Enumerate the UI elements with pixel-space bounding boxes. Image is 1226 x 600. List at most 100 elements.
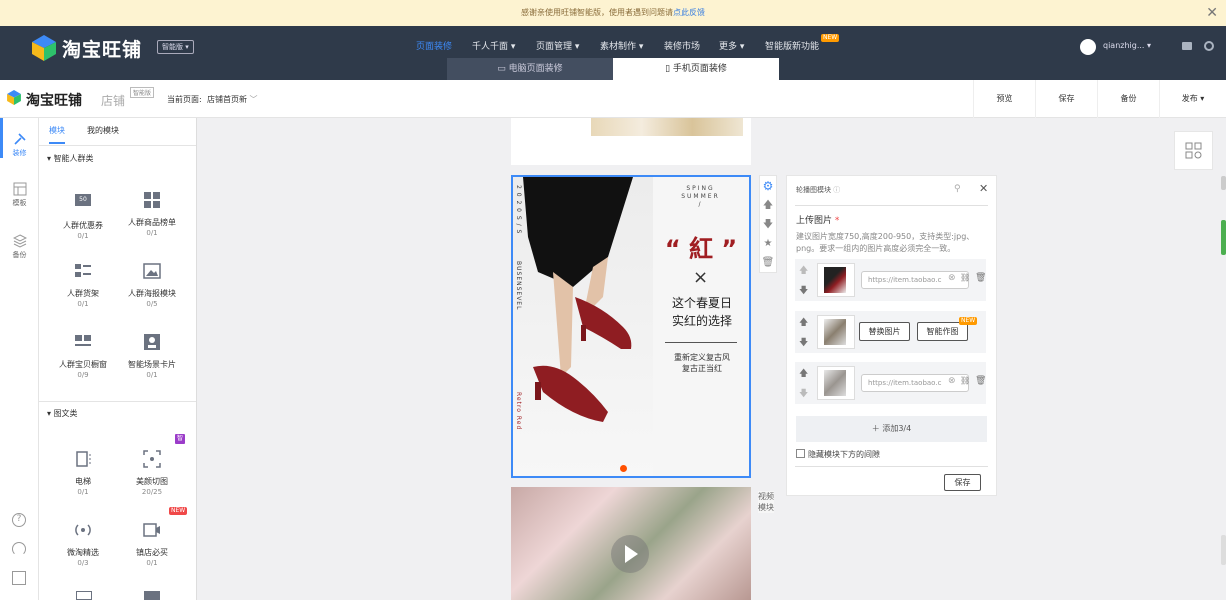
clear-icon[interactable]: ⊗ — [948, 376, 956, 386]
new-badge: NEW — [169, 507, 188, 515]
arrow-up-icon[interactable]: 🡅 — [761, 199, 775, 213]
trash-icon[interactable]: 🗑 — [975, 376, 986, 386]
arrow-down-icon[interactable]: 🡇 — [761, 218, 775, 232]
thumbnail[interactable] — [817, 315, 855, 349]
smart-badge: 智 — [175, 434, 185, 444]
module-scene-card[interactable]: 智能场景卡片 0/1 — [117, 333, 187, 379]
move-down-icon[interactable]: 🡇 — [799, 283, 808, 299]
replace-image-button[interactable]: 替换图片 — [859, 322, 910, 341]
rail-decorate[interactable]: 装修 — [0, 132, 39, 158]
thumbnail[interactable] — [817, 263, 855, 297]
top-navigation: 淘宝旺铺 智能版 ▾ 页面装修 千人千面 ▾ 页面管理 ▾ 素材制作 ▾ 装修市… — [0, 26, 1226, 80]
star-icon[interactable]: ★ — [761, 237, 775, 251]
rail-template[interactable]: 模板 — [0, 182, 39, 208]
previous-module[interactable] — [511, 118, 751, 165]
message-icon[interactable] — [1182, 42, 1192, 50]
image-icon — [143, 263, 161, 279]
publish-button[interactable]: 发布 ▾ — [1159, 80, 1226, 118]
user-name: qianzhig... — [1103, 41, 1145, 50]
preview-button[interactable]: 预览 — [973, 80, 1035, 118]
category-smart-crowd[interactable]: ▾ 智能人群类 — [39, 149, 196, 169]
banner-sub1: 重新定义复古风 — [674, 353, 730, 362]
help-icon[interactable]: ? — [12, 513, 26, 527]
banner-sub2: 复古正当红 — [682, 364, 722, 373]
hide-gap-checkbox[interactable] — [796, 449, 805, 458]
module-crowd-coupon[interactable]: 50 人群优惠券 0/1 — [48, 191, 118, 240]
panel-title-text: 轮播图模块 — [796, 186, 831, 194]
move-down-icon[interactable]: 🡇 — [799, 335, 808, 351]
feedback-link[interactable]: 点此反馈 — [673, 8, 705, 17]
category-image-text[interactable]: ▾ 图文类 — [39, 404, 196, 424]
module-crowd-poster[interactable]: 人群海报模块 0/5 — [117, 262, 187, 308]
module-crowd-ranking[interactable]: 人群商品榜单 0/1 — [117, 191, 187, 237]
upload-label: 上传图片 * — [796, 216, 840, 226]
current-page-select[interactable]: 店铺首页新 ﹀ — [207, 94, 258, 105]
move-up-icon[interactable]: 🡅 — [799, 366, 808, 382]
module-count: 0/3 — [77, 559, 89, 567]
close-icon[interactable]: ✕ — [979, 182, 988, 195]
link-icon[interactable]: ⛓ — [960, 376, 970, 385]
card-icon — [144, 334, 160, 350]
video-module[interactable] — [511, 487, 751, 600]
support-icon[interactable] — [12, 542, 26, 556]
add-image-button[interactable]: ＋ 添加3/4 — [796, 416, 987, 442]
nav-market[interactable]: 装修市场 — [664, 40, 700, 54]
tab-modules[interactable]: 模块 — [49, 118, 65, 144]
upload-row-2: 🡅 🡇 替换图片 智能作图 NEW — [795, 311, 986, 353]
category-smart-crowd-label: 智能人群类 — [53, 154, 94, 163]
module-crowd-shelf[interactable]: 人群货架 0/1 — [48, 262, 118, 308]
backup-button[interactable]: 备份 — [1097, 80, 1159, 118]
module-count: 20/25 — [141, 488, 163, 496]
link-icon[interactable]: ⛓ — [960, 273, 970, 282]
move-up-icon[interactable]: 🡅 — [799, 315, 808, 331]
module-weitao[interactable]: 微淘精选 0/3 — [48, 521, 118, 567]
module-beauty-crop[interactable]: 美颜切图 20/25 — [117, 450, 187, 496]
edit-icon[interactable] — [12, 571, 26, 585]
carousel-module-selected[interactable]: 2 0 2 0 S / S BUSENSEVEL Retro Red SPING… — [511, 175, 751, 478]
close-icon[interactable]: ✕ — [1206, 0, 1218, 26]
play-button[interactable] — [611, 535, 649, 573]
carousel-dot[interactable] — [620, 465, 627, 472]
layout-switch-button[interactable] — [1174, 131, 1213, 170]
avatar[interactable] — [1080, 39, 1096, 55]
panel-save-button[interactable]: 保存 — [944, 474, 981, 491]
module-elevator[interactable]: 电梯 0/1 — [48, 450, 118, 496]
upload-label-text: 上传图片 — [796, 216, 833, 226]
clear-icon[interactable]: ⊗ — [948, 273, 956, 283]
hide-gap-option[interactable]: 隐藏模块下方的间隙 — [796, 449, 880, 460]
move-up-icon[interactable]: 🡅 — [799, 263, 808, 279]
move-down-icon[interactable]: 🡇 — [799, 386, 808, 402]
pin-icon[interactable]: ⚲ — [954, 184, 961, 194]
tab-pc-decorate[interactable]: ▭ 电脑页面装修 — [447, 58, 613, 80]
category-divider — [39, 401, 196, 402]
scrollbar-thumb[interactable] — [1221, 176, 1226, 190]
broadcast-icon — [75, 524, 91, 536]
tab-my-modules[interactable]: 我的模块 — [87, 118, 119, 144]
upload-row-3: 🡅 🡇 https://item.taobao.c ⊗ ⛓ 🗑 — [795, 362, 986, 404]
module-must-buy[interactable]: 镇店必买 0/1 — [117, 521, 187, 567]
nav-page-decorate[interactable]: 页面装修 — [416, 40, 452, 54]
video-icon — [143, 523, 160, 537]
gear-icon[interactable]: ⚙ — [761, 179, 775, 193]
user-menu[interactable]: qianzhig... ▾ — [1103, 41, 1151, 50]
nav-personalize[interactable]: 千人千面 ▾ — [472, 40, 515, 54]
edition-dropdown[interactable]: 智能版 ▾ — [157, 40, 194, 54]
nav-more[interactable]: 更多 ▾ — [719, 40, 744, 54]
trash-icon[interactable]: 🗑 — [761, 256, 775, 270]
banner-line1: 这个春夏日 — [671, 296, 732, 310]
rail-decorate-label: 装修 — [12, 149, 27, 157]
layers-icon — [12, 234, 27, 248]
trash-icon[interactable]: 🗑 — [975, 273, 986, 283]
module-crowd-window[interactable]: 人群宝贝橱窗 0/9 — [48, 333, 118, 379]
thumbnail[interactable] — [817, 366, 855, 400]
nav-page-manage[interactable]: 页面管理 ▾ — [536, 40, 579, 54]
power-icon[interactable] — [1204, 41, 1214, 51]
nav-new-features[interactable]: 智能版新功能 — [765, 40, 819, 54]
rail-backup[interactable]: 备份 — [0, 234, 39, 260]
save-button[interactable]: 保存 — [1035, 80, 1097, 118]
tab-mobile-decorate[interactable]: ▯ 手机页面装修 — [613, 58, 779, 80]
nav-material[interactable]: 素材制作 ▾ — [600, 40, 643, 54]
module-label: 智能场景卡片 — [128, 360, 176, 369]
module-count: 0/1 — [77, 488, 89, 496]
info-icon: ⓘ — [833, 186, 841, 194]
